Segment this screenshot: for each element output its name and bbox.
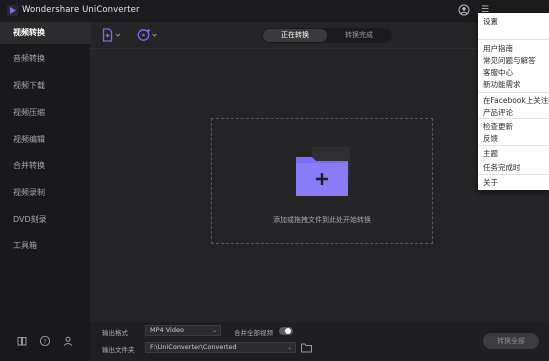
title-bar: Wondershare UniConverter ☰ <box>0 0 549 22</box>
app-logo-icon <box>7 5 18 16</box>
output-folder-select[interactable]: F:\UniConverter\Converted ⌄ <box>145 342 296 353</box>
menu-item-user-guide[interactable]: 用户指南 <box>483 43 513 54</box>
menu-divider <box>478 39 549 40</box>
menu-item-settings[interactable]: 设置 <box>483 16 498 27</box>
sidebar: 视频转换 音频转换 视频下载 视频压缩 视频编辑 合并转换 视频录制 DVD刻录… <box>0 22 90 361</box>
merge-all-label: 合并全部视频 <box>234 329 273 337</box>
menu-item-product-review[interactable]: 产品评论 <box>483 107 513 118</box>
menu-item-facebook[interactable]: 在Facebook上关注我们 <box>483 95 549 106</box>
tab-converting[interactable]: 正在转换 <box>263 29 327 42</box>
sidebar-item-video-compress[interactable]: 视频压缩 <box>0 102 90 124</box>
output-folder-value: F:\UniConverter\Converted <box>150 343 237 351</box>
menu-item-feature-request[interactable]: 新功能需求 <box>483 79 521 90</box>
output-folder-label: 输出文件夹 <box>102 346 135 354</box>
sidebar-item-toolbox[interactable]: 工具箱 <box>0 235 90 257</box>
menu-divider <box>478 92 549 93</box>
toggle-knob <box>285 328 291 334</box>
sidebar-item-record[interactable]: 视频录制 <box>0 182 90 204</box>
help-icon[interactable]: ? <box>39 335 51 347</box>
sidebar-item-dvd[interactable]: DVD刻录 <box>0 209 90 231</box>
menu-item-about[interactable]: 关于 <box>483 177 498 188</box>
output-format-label: 输出格式 <box>102 329 128 337</box>
app-title: Wondershare UniConverter <box>22 5 140 15</box>
menu-item-check-update[interactable]: 检查更新 <box>483 121 513 132</box>
menu-divider <box>478 118 549 119</box>
menu-item-theme[interactable]: 主题 <box>483 148 498 159</box>
menu-divider <box>478 145 549 146</box>
sidebar-item-video-convert[interactable]: 视频转换 <box>0 22 90 44</box>
account-icon[interactable] <box>457 3 471 17</box>
drop-hint-text: 添加或拖拽文件到此处开始转换 <box>273 216 371 224</box>
sidebar-item-video-edit[interactable]: 视频编辑 <box>0 129 90 151</box>
menu-item-support-center[interactable]: 客服中心 <box>483 67 513 78</box>
settings-menu: 设置 用户指南 常见问题与解答 客服中心 新功能需求 在Facebook上关注我… <box>478 13 549 190</box>
tab-converted[interactable]: 转换完成 <box>327 29 391 42</box>
status-tabs: 正在转换 转换完成 <box>262 28 392 43</box>
folder-icon[interactable] <box>301 343 312 353</box>
chevron-down-icon: ⌄ <box>211 327 217 334</box>
sidebar-item-video-download[interactable]: 视频下载 <box>0 75 90 97</box>
output-format-value: MP4 Video <box>150 326 184 334</box>
add-file-icon[interactable] <box>102 28 122 42</box>
add-dvd-icon[interactable] <box>137 28 159 42</box>
bottom-bar: 输出格式 MP4 Video ⌄ 合并全部视频 输出文件夹 F:\UniConv… <box>90 322 549 361</box>
sidebar-item-merge[interactable]: 合并转换 <box>0 155 90 177</box>
chevron-down-icon: ⌄ <box>286 344 292 351</box>
sidebar-item-audio-convert[interactable]: 音频转换 <box>0 48 90 70</box>
menu-divider <box>478 174 549 175</box>
convert-all-button[interactable]: 转换全部 <box>483 333 539 349</box>
output-format-select[interactable]: MP4 Video ⌄ <box>145 325 221 336</box>
book-icon[interactable] <box>16 335 28 347</box>
menu-item-faq[interactable]: 常见问题与解答 <box>483 55 536 66</box>
add-folder-icon[interactable] <box>294 144 350 200</box>
drop-zone[interactable]: 添加或拖拽文件到此处开始转换 <box>211 118 433 244</box>
people-icon[interactable] <box>62 335 74 347</box>
menu-item-on-task-complete[interactable]: 任务完成时 <box>483 162 521 173</box>
menu-item-feedback[interactable]: 反馈 <box>483 133 498 144</box>
svg-text:?: ? <box>43 337 46 345</box>
merge-all-toggle[interactable] <box>279 327 293 335</box>
